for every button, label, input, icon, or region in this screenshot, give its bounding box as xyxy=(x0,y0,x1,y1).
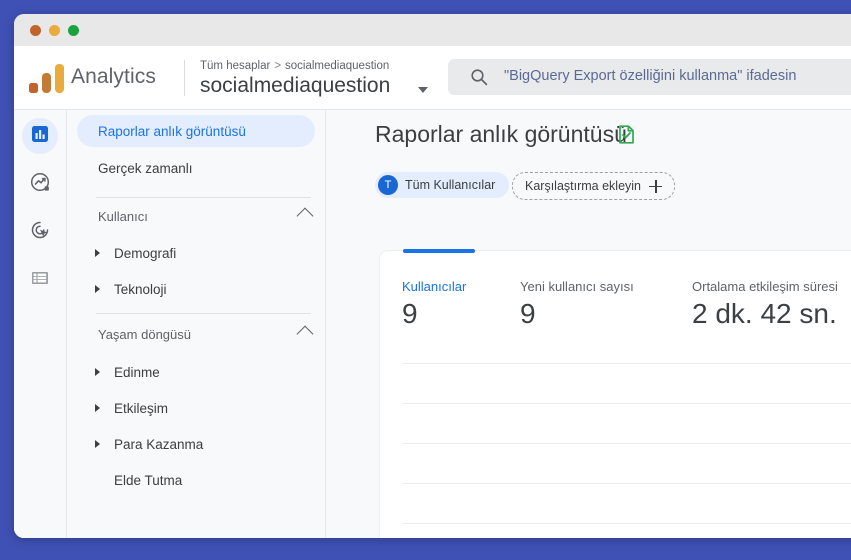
main-content: Raporlar anlık görüntüsü T Tüm Kullanıcı… xyxy=(326,110,851,538)
sidebar-section-label: Yaşam döngüsü xyxy=(98,326,191,342)
card-row-divider xyxy=(402,483,851,484)
sidebar-nav: Raporlar anlık görüntüsü Gerçek zamanlı … xyxy=(67,110,326,538)
sidebar-divider xyxy=(96,197,311,198)
sidebar-divider xyxy=(96,313,311,314)
plus-icon xyxy=(649,179,663,193)
desktop-background: Analytics Tüm hesaplar > socialmediaquesti… xyxy=(0,0,851,560)
configure-list-icon xyxy=(30,268,50,293)
metric-label: Yeni kullanıcı sayısı xyxy=(520,279,634,294)
active-tab-indicator xyxy=(403,249,475,253)
sidebar-item-elde-tutma[interactable]: Elde Tutma xyxy=(77,465,315,495)
sidebar-item-teknoloji[interactable]: Teknoloji xyxy=(77,274,315,304)
card-row-divider xyxy=(402,443,851,444)
avatar: T xyxy=(378,175,398,195)
add-comparison-label: Karşılaştırma ekleyin xyxy=(525,179,642,193)
sidebar-section-label: Kullanıcı xyxy=(98,208,148,224)
sidebar-item-etkilesim[interactable]: Etkileşim xyxy=(77,393,315,423)
rail-item-configure[interactable] xyxy=(22,262,58,298)
account-selector-label[interactable]: socialmediaquestion xyxy=(200,74,390,98)
sidebar-item-label: Raporlar anlık görüntüsü xyxy=(98,123,246,139)
sidebar-item-label: Etkileşim xyxy=(114,400,169,416)
chip-all-users[interactable]: T Tüm Kullanıcılar xyxy=(375,172,510,198)
search-icon xyxy=(470,68,488,86)
page-title: Raporlar anlık görüntüsü xyxy=(375,121,627,147)
breadcrumb-separator: > xyxy=(274,60,282,72)
sidebar-item-edinme[interactable]: Edinme xyxy=(77,357,315,387)
search-input[interactable]: "BigQuery Export özelliğini kullanma" if… xyxy=(448,59,851,95)
card-row-divider xyxy=(402,403,851,404)
rail-item-reports[interactable] xyxy=(22,118,58,154)
window-titlebar xyxy=(14,14,851,46)
chevron-up-icon[interactable] xyxy=(296,325,314,343)
sidebar-item-realtime[interactable]: Gerçek zamanlı xyxy=(77,152,315,184)
sidebar-item-label: Elde Tutma xyxy=(114,472,183,488)
metric-value: 9 xyxy=(402,298,418,329)
breadcrumb-current[interactable]: socialmediaquestion xyxy=(285,60,389,72)
google-analytics-logo xyxy=(25,62,69,96)
card-row-divider xyxy=(402,363,851,364)
breadcrumb[interactable]: Tüm hesaplar > socialmediaquestion xyxy=(200,60,389,72)
header-divider xyxy=(184,60,185,96)
add-comparison-button[interactable]: Karşılaştırma ekleyin xyxy=(512,172,676,200)
app-brand-name: Analytics xyxy=(71,65,156,88)
sidebar-item-label: Edinme xyxy=(114,364,160,380)
sidebar-item-label: Para Kazanma xyxy=(114,436,204,452)
window-maximize-button[interactable] xyxy=(68,25,79,36)
rail-item-advertising[interactable] xyxy=(22,214,58,250)
metric-new-users[interactable]: Yeni kullanıcı sayısı 9 xyxy=(520,279,634,330)
icon-rail xyxy=(14,110,67,538)
sidebar-section-user[interactable]: Kullanıcı xyxy=(98,204,314,228)
metric-label: Ortalama etkileşim süresi xyxy=(692,279,838,294)
sidebar-item-reports-snapshot[interactable]: Raporlar anlık görüntüsü xyxy=(77,115,315,147)
document-check-green-icon[interactable] xyxy=(616,124,637,145)
chip-all-users-label: Tüm Kullanıcılar xyxy=(405,178,496,192)
sidebar-item-label: Teknoloji xyxy=(114,281,167,297)
sidebar-item-label: Gerçek zamanlı xyxy=(98,160,193,176)
chevron-down-icon[interactable] xyxy=(418,87,428,93)
window-close-button[interactable] xyxy=(30,25,41,36)
chevron-up-icon[interactable] xyxy=(296,207,314,225)
metric-avg-engagement-time[interactable]: Ortalama etkileşim süresi 2 dk. 42 sn. xyxy=(692,279,838,330)
metric-users[interactable]: Kullanıcılar 9 xyxy=(402,279,466,330)
window-minimize-button[interactable] xyxy=(49,25,60,36)
breadcrumb-root[interactable]: Tüm hesaplar xyxy=(200,60,270,72)
sidebar-item-para-kazanma[interactable]: Para Kazanma xyxy=(77,429,315,459)
reports-bar-chart-icon xyxy=(30,124,50,149)
app-header: Analytics Tüm hesaplar > socialmediaquesti… xyxy=(14,46,851,110)
explore-trend-circle-icon xyxy=(29,171,51,198)
advertising-target-cursor-icon xyxy=(29,219,51,246)
metric-value: 2 dk. 42 sn. xyxy=(692,298,837,329)
metrics-card: Kullanıcılar 9 Yeni kullanıcı sayısı 9 O… xyxy=(379,249,851,538)
sidebar-item-label: Demografi xyxy=(114,245,177,261)
app-body: Raporlar anlık görüntüsü Gerçek zamanlı … xyxy=(14,110,851,538)
card-row-divider xyxy=(402,523,851,524)
metric-value: 9 xyxy=(520,298,536,329)
sidebar-section-lifecycle[interactable]: Yaşam döngüsü xyxy=(98,322,314,346)
rail-item-explore[interactable] xyxy=(22,166,58,202)
browser-window: Analytics Tüm hesaplar > socialmediaquesti… xyxy=(14,14,851,538)
search-placeholder-text: "BigQuery Export özelliğini kullanma" if… xyxy=(504,68,797,84)
sidebar-item-demografi[interactable]: Demografi xyxy=(77,238,315,268)
metric-label: Kullanıcılar xyxy=(402,279,467,294)
